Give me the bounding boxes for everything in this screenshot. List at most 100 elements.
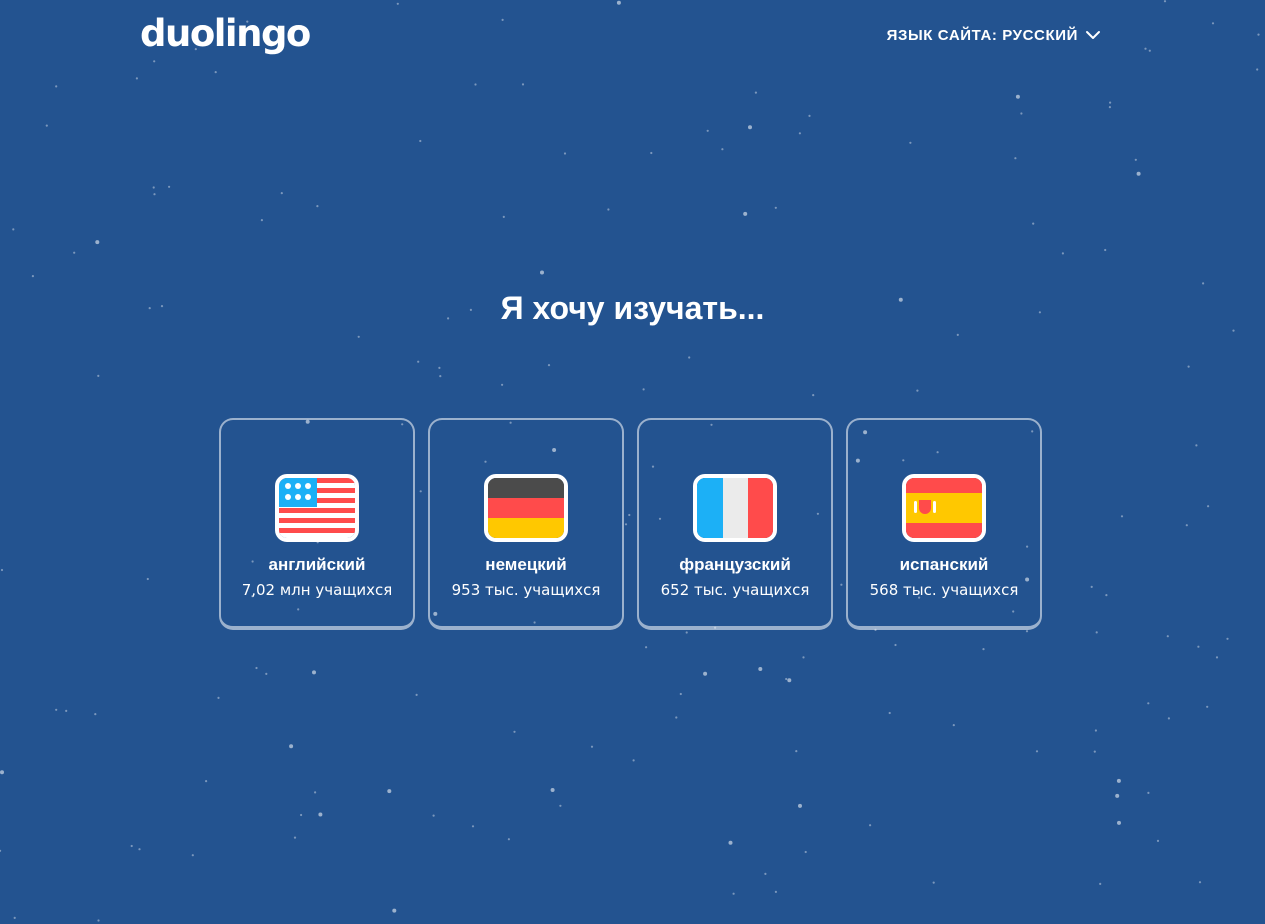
star xyxy=(1109,101,1112,104)
star xyxy=(1116,778,1121,783)
star xyxy=(1093,750,1096,753)
star xyxy=(732,892,735,895)
star xyxy=(1197,645,1200,648)
star xyxy=(754,91,758,94)
star xyxy=(138,848,141,851)
spain-flag-icon xyxy=(902,474,986,542)
star xyxy=(563,152,567,155)
star xyxy=(1167,717,1170,720)
star xyxy=(728,840,733,845)
star xyxy=(721,148,724,151)
star xyxy=(293,836,297,839)
star xyxy=(95,240,100,245)
star xyxy=(316,205,319,208)
star xyxy=(916,389,919,392)
star xyxy=(804,850,807,854)
course-card-french[interactable]: французский 652 тыс. учащихся xyxy=(637,418,833,630)
star xyxy=(688,356,691,359)
star xyxy=(798,132,802,135)
star xyxy=(1147,791,1150,795)
star xyxy=(1215,656,1219,659)
star xyxy=(153,193,156,196)
star xyxy=(260,219,263,222)
star xyxy=(1090,585,1093,589)
duolingo-logo[interactable]: duolingo xyxy=(140,10,311,58)
course-name: французский xyxy=(679,555,791,574)
star xyxy=(217,696,220,700)
star xyxy=(748,125,752,130)
star xyxy=(94,713,97,716)
star xyxy=(1187,365,1190,368)
course-card-spanish[interactable]: испанский 568 тыс. учащихся xyxy=(846,418,1042,630)
star xyxy=(1104,248,1107,252)
course-list: английский 7,02 млн учащихся немецкий 95… xyxy=(219,418,1042,630)
star xyxy=(417,360,420,363)
star xyxy=(255,666,258,670)
star xyxy=(205,780,208,783)
star xyxy=(1120,515,1124,518)
star xyxy=(1025,630,1029,633)
star xyxy=(1207,505,1210,508)
star xyxy=(0,849,2,852)
star xyxy=(1195,444,1198,447)
star xyxy=(513,730,516,733)
star xyxy=(1115,793,1120,798)
star xyxy=(501,383,504,386)
star xyxy=(774,206,777,209)
star xyxy=(1035,750,1039,753)
star xyxy=(1014,157,1017,160)
star xyxy=(438,366,441,369)
star xyxy=(130,844,133,848)
star xyxy=(1226,637,1229,640)
star xyxy=(956,333,959,336)
star xyxy=(1105,594,1108,597)
star xyxy=(1015,94,1020,99)
star xyxy=(798,803,802,808)
learner-count: 7,02 млн учащихся xyxy=(241,581,393,599)
star xyxy=(795,750,798,753)
star xyxy=(1166,635,1169,638)
star xyxy=(632,759,635,762)
star xyxy=(55,85,58,88)
learner-count: 568 тыс. учащихся xyxy=(869,581,1019,599)
star xyxy=(559,804,562,807)
site-language-dropdown[interactable]: ЯЗЫК САЙТА: РУССКИЙ xyxy=(887,24,1101,46)
star xyxy=(97,374,100,377)
star xyxy=(1198,881,1202,884)
star xyxy=(764,872,767,876)
star xyxy=(45,124,48,127)
course-card-english[interactable]: английский 7,02 млн учащихся xyxy=(219,418,415,630)
learner-count: 652 тыс. учащихся xyxy=(660,581,810,599)
star xyxy=(419,139,422,143)
star xyxy=(952,724,955,727)
us-flag-icon xyxy=(275,474,359,542)
top-bar: duolingo ЯЗЫК САЙТА: РУССКИЙ xyxy=(0,0,1265,72)
star xyxy=(280,192,283,195)
star xyxy=(703,671,708,676)
star xyxy=(1117,820,1121,825)
course-card-german[interactable]: немецкий 953 тыс. учащихся xyxy=(428,418,624,630)
star xyxy=(982,648,985,651)
star xyxy=(1136,171,1141,176)
star xyxy=(135,77,138,80)
star xyxy=(547,364,551,367)
star xyxy=(392,908,397,913)
star xyxy=(314,791,317,794)
course-name: английский xyxy=(268,555,366,574)
star xyxy=(312,670,316,675)
page-title: Я хочу изучать... xyxy=(500,290,765,326)
star xyxy=(439,375,442,378)
star xyxy=(474,83,477,86)
star xyxy=(318,812,323,817)
star xyxy=(97,919,100,922)
chevron-down-icon xyxy=(1086,31,1100,39)
star xyxy=(1202,282,1205,285)
star xyxy=(357,335,360,338)
star xyxy=(642,388,645,391)
star xyxy=(1108,106,1111,109)
germany-flag-icon xyxy=(484,474,568,542)
star xyxy=(1134,158,1137,161)
star xyxy=(650,151,653,155)
star xyxy=(415,693,418,697)
star xyxy=(540,270,544,275)
